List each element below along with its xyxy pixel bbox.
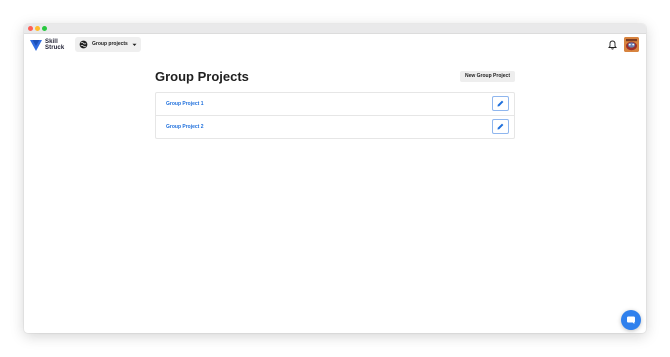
new-group-project-button[interactable]: New Group Project <box>460 71 515 82</box>
window-titlebar <box>24 24 646 34</box>
list-item: Group Project 1 <box>156 93 514 116</box>
project-link[interactable]: Group Project 1 <box>166 101 204 107</box>
edit-project-button[interactable] <box>492 119 509 134</box>
logo-mark-icon <box>30 40 42 51</box>
avatar-image <box>624 37 639 52</box>
close-window-button[interactable] <box>28 26 33 31</box>
skillstruck-logo[interactable]: Skill Struck <box>30 39 70 53</box>
browser-window: Skill Struck Group projects Group Projec… <box>24 24 646 333</box>
chat-button[interactable] <box>621 310 641 330</box>
logo-line-2: Struck <box>45 45 65 51</box>
list-item: Group Project 2 <box>156 116 514 138</box>
page-title: Group Projects <box>155 69 249 84</box>
chevron-down-icon <box>132 43 137 46</box>
group-projects-dropdown[interactable]: Group projects <box>75 37 141 52</box>
project-link[interactable]: Group Project 2 <box>166 124 204 130</box>
pencil-icon <box>497 123 504 130</box>
project-list: Group Project 1 Group Project 2 <box>155 92 515 139</box>
edit-project-button[interactable] <box>492 96 509 111</box>
pencil-icon <box>497 100 504 107</box>
app-header: Skill Struck Group projects <box>24 34 646 59</box>
minimize-window-button[interactable] <box>35 26 40 31</box>
globe-icon <box>79 40 88 49</box>
avatar[interactable] <box>624 37 639 52</box>
bell-icon[interactable] <box>608 40 617 50</box>
maximize-window-button[interactable] <box>42 26 47 31</box>
group-dropdown-label: Group projects <box>92 41 128 47</box>
logo-wordmark: Skill Struck <box>45 39 64 51</box>
chat-icon <box>627 316 635 324</box>
